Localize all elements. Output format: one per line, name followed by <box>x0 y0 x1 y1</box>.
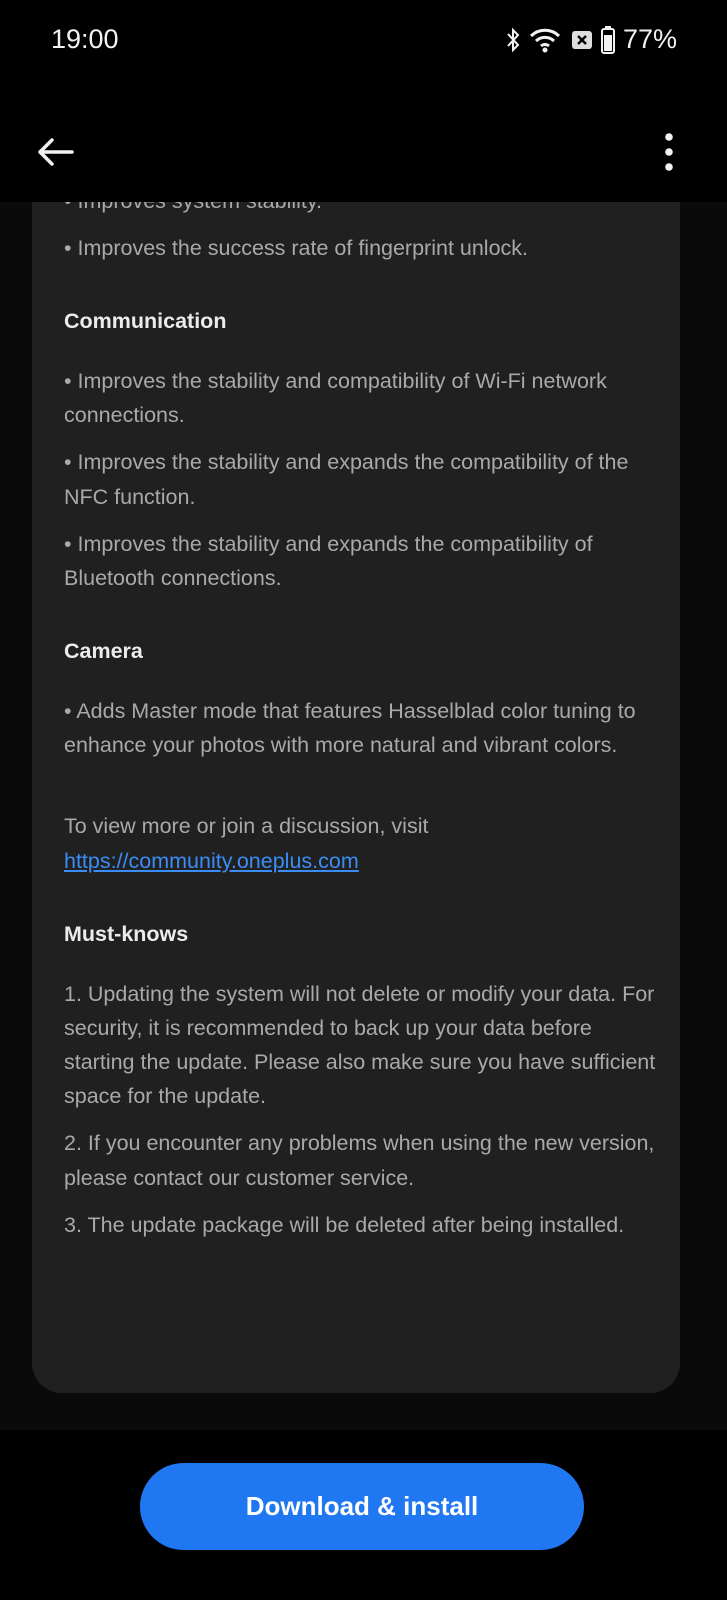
wifi-icon <box>529 28 561 52</box>
bluetooth-icon <box>507 27 520 52</box>
arrow-left-icon[interactable] <box>36 132 76 172</box>
release-notes-scroll[interactable]: • Improves system stability. • Improves … <box>0 202 727 1430</box>
sim-off-icon <box>571 30 592 49</box>
status-bar: 19:00 77% <box>0 0 727 80</box>
note-item: • Improves the success rate of fingerpri… <box>64 236 529 260</box>
note-item: • Improves the stability and compatibili… <box>64 369 607 428</box>
note-item: • Adds Master mode that features Hasselb… <box>64 699 636 758</box>
top-app-bar <box>0 80 727 202</box>
must-know-item: 3. The update package will be deleted af… <box>64 1212 625 1237</box>
note-item: • Improves system stability. <box>64 202 667 218</box>
must-know-item: 1. Updating the system will not delete o… <box>64 981 656 1109</box>
battery-percent: 77% <box>622 24 677 54</box>
note-item: • Improves the stability and expands the… <box>64 531 593 590</box>
battery-icon <box>600 25 615 54</box>
more-vertical-icon[interactable] <box>656 130 682 174</box>
download-install-button[interactable]: Download & install <box>140 1463 584 1550</box>
community-link[interactable]: https://community.oneplus.com <box>64 849 359 873</box>
release-notes: • Improves system stability. • Improves … <box>64 202 667 1255</box>
section-title-communication: Communication <box>64 309 227 334</box>
section-title-must-knows: Must-knows <box>64 921 189 946</box>
status-time: 19:00 <box>51 24 119 54</box>
section-title-camera: Camera <box>64 639 143 664</box>
community-text: To view more or join a discussion, visit <box>64 814 429 839</box>
note-item: • Improves the stability and expands the… <box>64 450 629 509</box>
must-know-item: 2. If you encounter any problems when us… <box>64 1131 655 1190</box>
community-note: To view more or join a discussion, visit… <box>64 809 667 877</box>
